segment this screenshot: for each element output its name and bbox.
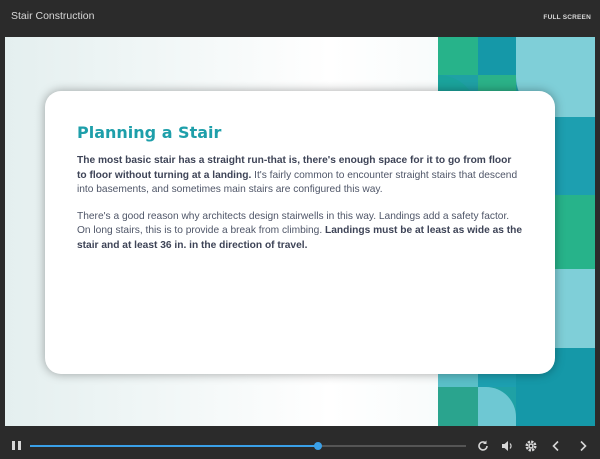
next-icon[interactable]: [576, 439, 590, 453]
seek-progress: [30, 445, 318, 447]
fullscreen-button[interactable]: FULL SCREEN: [543, 14, 591, 21]
volume-icon[interactable]: [500, 439, 514, 453]
replay-icon[interactable]: [476, 439, 490, 453]
seek-bar[interactable]: [30, 442, 466, 450]
app-title: Stair Construction: [11, 10, 95, 22]
content-card: Planning a Stair The most basic stair ha…: [45, 91, 555, 374]
player-controls: [0, 430, 600, 459]
title-bar: Stair Construction FULL SCREEN: [0, 0, 600, 36]
slide-heading: Planning a Stair: [77, 123, 222, 142]
pause-icon[interactable]: [12, 441, 21, 450]
previous-icon[interactable]: [549, 439, 563, 453]
paragraph-landings: There's a good reason why architects des…: [77, 210, 523, 254]
slide-canvas: Planning a Stair The most basic stair ha…: [5, 37, 595, 426]
settings-icon[interactable]: [524, 439, 538, 453]
seek-handle[interactable]: [313, 442, 322, 450]
paragraph-straight-run: The most basic stair has a straight run-…: [77, 154, 523, 198]
